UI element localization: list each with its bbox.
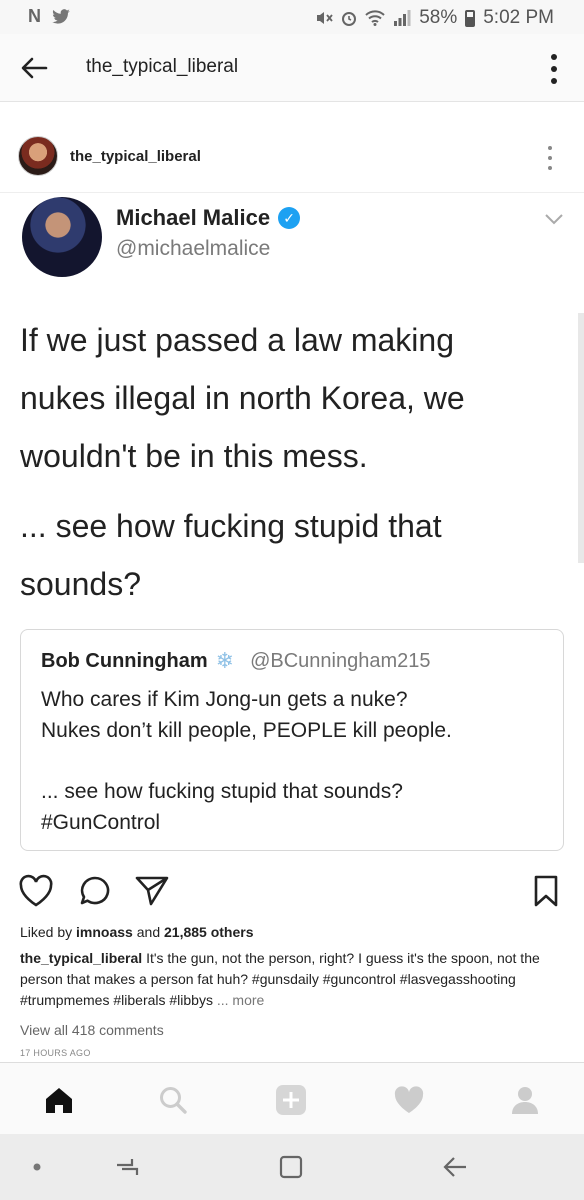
caption-more-link[interactable]: ... more	[217, 992, 264, 1008]
quoted-line-4: #GunControl	[41, 811, 161, 834]
clock: 5:02 PM	[483, 7, 554, 28]
post-avatar[interactable]	[18, 136, 58, 176]
quoted-tweet-header: Bob Cunningham ❄ @BCunningham215	[41, 648, 431, 674]
post-username[interactable]: the_typical_liberal	[70, 148, 201, 165]
quoted-tweet: Bob Cunningham ❄ @BCunningham215 Who car…	[20, 629, 564, 851]
heart-icon[interactable]	[18, 874, 54, 908]
search-icon	[160, 1087, 187, 1114]
quoted-author-name: Bob Cunningham	[41, 649, 208, 672]
status-right: 58% 5:02 PM	[315, 7, 554, 29]
back-chevron-icon	[443, 1157, 466, 1177]
alarm-icon	[342, 12, 357, 26]
tweet-text: If we just passed a law making nukes ill…	[20, 311, 540, 613]
likes-user[interactable]: imnoass	[76, 924, 133, 940]
back-arrow-icon[interactable]	[18, 52, 50, 84]
profile-tab[interactable]	[508, 1083, 542, 1117]
tweet-avatar	[22, 197, 102, 277]
recents-icon	[117, 1159, 139, 1175]
verified-badge-icon: ✓	[278, 207, 301, 229]
add-post-icon	[276, 1085, 306, 1115]
tweet-text-paragraph-2: ... see how fucking stupid that sounds?	[20, 508, 442, 602]
post-image[interactable]: Michael Malice ✓ @michaelmalice If we ju…	[0, 192, 584, 862]
heart-filled-icon	[394, 1086, 424, 1113]
tweet-author: Michael Malice ✓	[116, 205, 301, 231]
chevron-down-icon	[545, 214, 563, 225]
page-title: the_typical_liberal	[86, 56, 239, 77]
snowflake-icon: ❄	[215, 648, 235, 673]
home-button[interactable]	[276, 1154, 306, 1180]
comment-icon[interactable]	[78, 874, 112, 908]
notification-n-icon: N	[28, 6, 41, 26]
home-square-icon	[279, 1155, 303, 1179]
quoted-tweet-text: Who cares if Kim Jong-un gets a nuke? Nu…	[41, 684, 551, 838]
back-button[interactable]	[440, 1154, 470, 1180]
recents-button[interactable]	[112, 1154, 142, 1180]
likes-count[interactable]: 21,885 others	[164, 924, 254, 940]
bookmark-icon[interactable]	[532, 874, 560, 908]
status-left: N	[28, 6, 71, 27]
caption-username[interactable]: the_typical_liberal	[20, 950, 142, 966]
share-icon[interactable]	[134, 874, 170, 908]
quoted-author-handle: @BCunningham215	[250, 649, 431, 672]
battery-icon	[465, 9, 476, 27]
post-actions	[0, 868, 584, 912]
signal-icon	[394, 10, 411, 26]
new-post-tab[interactable]	[274, 1083, 308, 1117]
likes-prefix: Liked by	[20, 924, 73, 940]
tweet-text-paragraph-1: If we just passed a law making nukes ill…	[20, 322, 465, 474]
battery-percent: 58%	[419, 7, 458, 28]
mute-icon	[317, 12, 333, 24]
search-tab[interactable]	[156, 1083, 190, 1117]
post-options-icon[interactable]	[548, 146, 554, 170]
profile-icon	[512, 1087, 538, 1114]
activity-tab[interactable]	[392, 1083, 426, 1117]
home-icon	[46, 1088, 72, 1113]
likes-summary[interactable]: Liked by imnoass and 21,885 others	[20, 924, 254, 940]
app-header: the_typical_liberal	[0, 34, 584, 102]
view-comments-link[interactable]: View all 418 comments	[20, 1022, 164, 1038]
wifi-icon	[365, 10, 385, 26]
dot-icon	[33, 1163, 41, 1171]
status-bar: N 58% 5:02 PM	[0, 0, 584, 34]
scrollbar	[578, 313, 584, 563]
system-nav-bar	[0, 1134, 584, 1200]
bottom-tab-bar	[0, 1062, 584, 1134]
home-tab[interactable]	[42, 1083, 76, 1117]
quoted-line-3: ... see how fucking stupid that sounds?	[41, 780, 403, 803]
more-options-icon[interactable]	[550, 54, 558, 84]
post-timestamp: 17 HOURS AGO	[20, 1048, 91, 1058]
tweet-handle: @michaelmalice	[116, 237, 271, 260]
likes-middle: and	[136, 924, 161, 940]
post-header: the_typical_liberal	[0, 134, 584, 190]
quoted-line-2: Nukes don’t kill people, PEOPLE kill peo…	[41, 719, 452, 742]
quoted-line-1: Who cares if Kim Jong-un gets a nuke?	[41, 688, 408, 711]
tweet-author-name: Michael Malice	[116, 205, 271, 230]
post-caption: the_typical_liberal It's the gun, not th…	[20, 948, 570, 1011]
nav-dot	[22, 1154, 52, 1180]
twitter-bird-icon	[52, 8, 70, 24]
